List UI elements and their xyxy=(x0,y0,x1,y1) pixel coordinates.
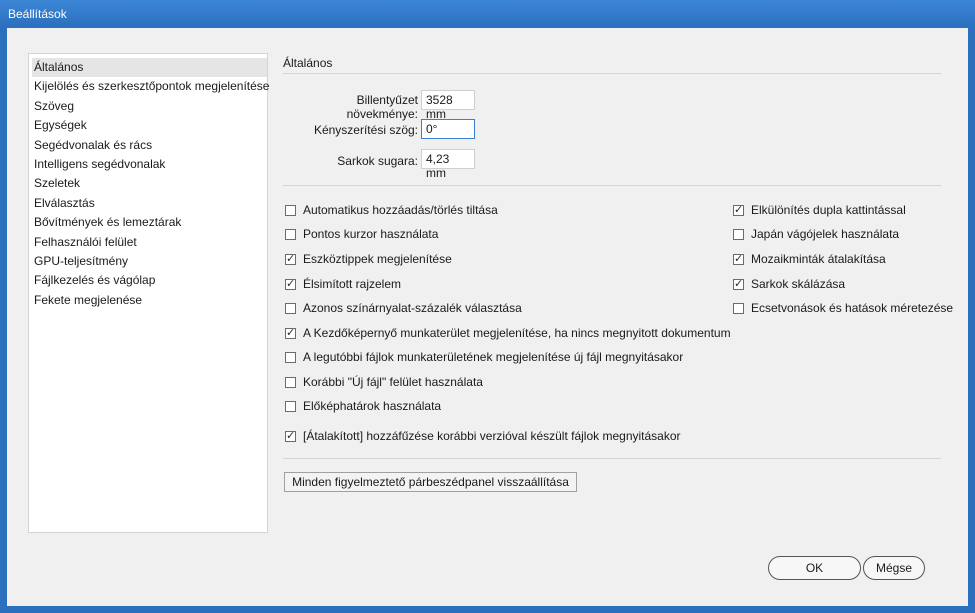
checkbox-label: A legutóbbi fájlok munkaterületének megj… xyxy=(303,350,684,364)
constrain-angle-label: Kényszerítési szög: xyxy=(313,123,418,137)
window-frame-bottom xyxy=(0,606,975,613)
checkbox-label: Azonos színárnyalat-százalék választása xyxy=(303,301,522,315)
sidebar-item[interactable]: Bővítmények és lemeztárak xyxy=(32,213,267,232)
checkbox-label: Előképhatárok használata xyxy=(303,399,442,413)
checkbox-unchecked-icon[interactable] xyxy=(285,351,296,363)
sidebar-item[interactable]: GPU-teljesítmény xyxy=(32,252,267,271)
sidebar-item[interactable]: Egységek xyxy=(32,116,267,135)
checkbox-checked-icon[interactable] xyxy=(285,429,296,442)
checkbox-unchecked-icon[interactable] xyxy=(733,228,744,240)
cancel-button[interactable]: Mégse xyxy=(863,556,925,580)
reset-warnings-button[interactable]: Minden figyelmeztető párbeszédpanel viss… xyxy=(284,472,577,492)
ok-button[interactable]: OK xyxy=(768,556,861,580)
checkbox-checked-icon[interactable] xyxy=(733,277,744,290)
checkbox-option[interactable]: Azonos színárnyalat-százalék választása xyxy=(285,300,522,316)
category-list-items: Általános Kijelölés és szerkesztőpontok m… xyxy=(29,54,269,310)
corner-radius-input[interactable]: 4,23 mm xyxy=(421,149,475,180)
section-divider-middle xyxy=(283,185,941,186)
sidebar-item[interactable]: Fájlkezelés és vágólap xyxy=(32,271,267,290)
dialog-content: Általános Kijelölés és szerkesztőpontok m… xyxy=(7,28,968,606)
checkbox-option[interactable]: Japán vágójelek használata xyxy=(733,226,899,242)
checkbox-option[interactable]: Pontos kurzor használata xyxy=(285,226,438,242)
section-title: Általános xyxy=(283,56,333,70)
checkbox-label: Élsimított rajzelem xyxy=(303,277,402,291)
checkbox-option[interactable]: Eszköztippek megjelenítése xyxy=(285,251,452,267)
sidebar-item[interactable]: Felhasználói felület xyxy=(32,233,267,252)
checkbox-label: Elkülönítés dupla kattintással xyxy=(751,203,906,217)
checkbox-option[interactable]: A Kezdőképernyő munkaterület megjeleníté… xyxy=(285,325,731,341)
preferences-dialog: Beállítások Általános Kijelölés és szerke… xyxy=(0,0,975,613)
checkbox-unchecked-icon[interactable] xyxy=(285,204,296,216)
sidebar-item[interactable]: Elválasztás xyxy=(32,194,267,213)
checkbox-option[interactable]: Mozaikminták átalakítása xyxy=(733,251,886,267)
checkbox-unchecked-icon[interactable] xyxy=(285,228,296,240)
checkbox-label: A Kezdőképernyő munkaterület megjeleníté… xyxy=(303,326,731,340)
checkbox-option[interactable]: Előképhatárok használata xyxy=(285,398,441,414)
sidebar-item[interactable]: Szöveg xyxy=(32,97,267,116)
sidebar-item[interactable]: Fekete megjelenése xyxy=(32,291,267,310)
checkbox-label: Korábbi "Új fájl" felület használata xyxy=(303,375,483,389)
sidebar-item[interactable]: Intelligens segédvonalak xyxy=(32,155,267,174)
checkbox-option[interactable]: Ecsetvonások és hatások méretezése xyxy=(733,300,953,316)
checkbox-label: [Átalakított] hozzáfűzése korábbi verzió… xyxy=(303,429,681,443)
section-divider-top xyxy=(283,73,941,74)
checkbox-option[interactable]: Automatikus hozzáadás/törlés tiltása xyxy=(285,202,498,218)
checkbox-unchecked-icon[interactable] xyxy=(733,302,744,314)
checkbox-option[interactable]: Élsimított rajzelem xyxy=(285,276,401,292)
checkbox-option[interactable]: Sarkok skálázása xyxy=(733,276,845,292)
sidebar-item[interactable]: Segédvonalak és rács xyxy=(32,136,267,155)
checkbox-label: Japán vágójelek használata xyxy=(751,227,900,241)
checkbox-unchecked-icon[interactable] xyxy=(285,400,296,412)
window-frame-left xyxy=(0,28,7,613)
constrain-angle-input[interactable]: 0° xyxy=(421,119,475,139)
checkbox-label: Pontos kurzor használata xyxy=(303,227,439,241)
checkbox-checked-icon[interactable] xyxy=(733,203,744,216)
keyboard-increment-label: Billentyűzet növekménye: xyxy=(346,93,418,121)
checkbox-option[interactable]: Korábbi "Új fájl" felület használata xyxy=(285,374,483,390)
corner-radius-label: Sarkok sugara: xyxy=(337,154,418,168)
checkbox-label: Eszköztippek megjelenítése xyxy=(303,252,452,266)
sidebar-item[interactable]: Kijelölés és szerkesztőpontok megjelenít… xyxy=(32,77,269,96)
window-frame-right xyxy=(968,28,975,613)
checkbox-option[interactable]: A legutóbbi fájlok munkaterületének megj… xyxy=(285,349,683,365)
sidebar-item[interactable]: Általános xyxy=(32,58,267,78)
checkbox-label: Ecsetvonások és hatások méretezése xyxy=(751,301,954,315)
checkbox-checked-icon[interactable] xyxy=(285,252,296,265)
checkbox-checked-icon[interactable] xyxy=(285,277,296,290)
checkbox-option[interactable]: [Átalakított] hozzáfűzése korábbi verzió… xyxy=(285,428,681,444)
checkbox-unchecked-icon[interactable] xyxy=(285,376,296,388)
checkbox-checked-icon[interactable] xyxy=(733,252,744,265)
checkbox-label: Mozaikminták átalakítása xyxy=(751,252,886,266)
checkbox-checked-icon[interactable] xyxy=(285,326,296,339)
checkbox-label: Automatikus hozzáadás/törlés tiltása xyxy=(303,203,498,217)
sidebar-item[interactable]: Szeletek xyxy=(32,174,267,193)
checkbox-label: Sarkok skálázása xyxy=(751,277,846,291)
keyboard-increment-input[interactable]: 3528 mm xyxy=(421,90,475,121)
checkbox-option[interactable]: Elkülönítés dupla kattintással xyxy=(733,202,906,218)
section-divider-bottom xyxy=(283,458,941,459)
category-list: Általános Kijelölés és szerkesztőpontok m… xyxy=(28,53,269,533)
checkbox-unchecked-icon[interactable] xyxy=(285,302,296,314)
window-title: Beállítások xyxy=(8,7,67,21)
title-bar[interactable]: Beállítások xyxy=(0,0,975,28)
